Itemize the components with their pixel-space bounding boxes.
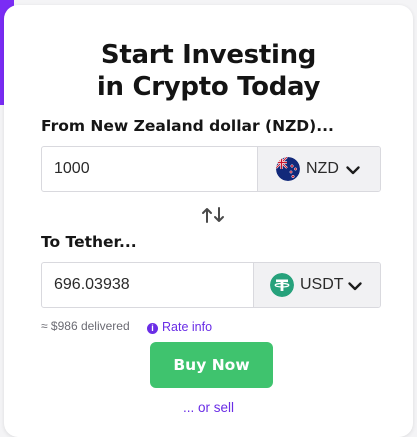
title-line-2: in Crypto Today xyxy=(96,72,321,102)
from-currency-code: NZD xyxy=(306,160,339,177)
from-amount-field: 1000 NZD xyxy=(41,146,381,192)
info-icon: i xyxy=(147,323,158,334)
or-sell-link[interactable]: ... or sell xyxy=(4,400,413,415)
to-currency-label: To Tether... xyxy=(41,233,137,251)
purchase-widget-card: Start Investing in Crypto Today From New… xyxy=(4,5,413,437)
from-currency-label: From New Zealand dollar (NZD)... xyxy=(41,117,334,135)
title-line-1: Start Investing xyxy=(100,40,317,70)
to-currency-code: USDT xyxy=(300,276,344,293)
chevron-down-icon xyxy=(348,279,362,291)
from-currency-selector[interactable]: NZD xyxy=(257,147,380,191)
tether-logo-icon xyxy=(270,273,294,297)
rate-info-label: Rate info xyxy=(162,320,213,334)
new-zealand-flag-icon xyxy=(276,157,300,181)
to-amount-field: 696.03938 USDT xyxy=(41,262,381,308)
from-amount-input[interactable]: 1000 xyxy=(54,147,90,191)
swap-arrows-icon[interactable] xyxy=(200,206,226,224)
chevron-down-icon xyxy=(346,163,360,175)
to-amount-input[interactable]: 696.03938 xyxy=(54,263,130,307)
buy-now-button[interactable]: Buy Now xyxy=(150,342,273,388)
delivered-estimate: ≈ $986 delivered xyxy=(41,319,130,333)
rate-info-link[interactable]: i Rate info xyxy=(147,318,212,336)
page-title: Start Investing in Crypto Today xyxy=(4,39,413,103)
to-currency-selector[interactable]: USDT xyxy=(253,263,380,307)
